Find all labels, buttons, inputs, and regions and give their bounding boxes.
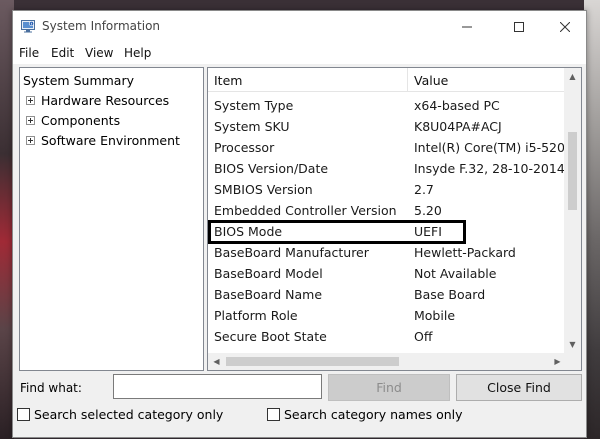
find-what-label: Find what: bbox=[20, 381, 82, 395]
close-icon bbox=[560, 21, 570, 32]
table-row[interactable]: BaseBoard Manufacturer Hewlett-Packard bbox=[208, 242, 566, 263]
scroll-left-arrow-icon[interactable]: ◀ bbox=[208, 353, 225, 370]
table-row[interactable]: Secure Boot State Off bbox=[208, 326, 566, 347]
menu-edit[interactable]: Edit bbox=[51, 46, 74, 60]
tree-item-label: Components bbox=[41, 112, 121, 128]
cell-item: BIOS Version/Date bbox=[214, 161, 329, 176]
horizontal-scrollbar[interactable]: ◀ ▶ bbox=[208, 353, 581, 370]
table-row[interactable]: BaseBoard Model Not Available bbox=[208, 263, 566, 284]
tree-item-label: Software Environment bbox=[41, 132, 180, 148]
category-tree: System Summary Hardware Resources Compon… bbox=[19, 67, 204, 371]
find-what-input[interactable] bbox=[113, 374, 322, 399]
table-row[interactable]: System SKU K8U04PA#ACJ bbox=[208, 116, 566, 137]
cell-item: BIOS Mode bbox=[214, 224, 283, 239]
system-information-window: System Information File Edit View Help S… bbox=[12, 10, 587, 438]
menu-help[interactable]: Help bbox=[124, 46, 151, 60]
cell-item: System Type bbox=[214, 98, 294, 113]
scroll-down-arrow-icon[interactable]: ▼ bbox=[564, 336, 581, 353]
scroll-right-arrow-icon[interactable]: ▶ bbox=[549, 353, 566, 370]
cell-item: Processor bbox=[214, 140, 275, 155]
cell-value: Insyde F.32, 28-10-2014 bbox=[414, 161, 565, 176]
cell-value: 5.20 bbox=[414, 203, 442, 218]
search-selected-category-checkbox[interactable] bbox=[17, 408, 30, 421]
cell-item: Platform Role bbox=[214, 308, 298, 323]
expand-plus-icon[interactable] bbox=[26, 115, 35, 125]
cell-value: UEFI bbox=[414, 224, 442, 239]
tree-item-label: Hardware Resources bbox=[41, 92, 170, 108]
search-selected-category-label: Search selected category only bbox=[34, 407, 224, 422]
cell-value: Mobile bbox=[414, 308, 456, 323]
tree-item-hardware-resources[interactable]: Hardware Resources bbox=[26, 90, 169, 110]
cell-item: System SKU bbox=[214, 119, 290, 134]
cell-item: Secure Boot State bbox=[214, 329, 327, 344]
cell-value: Intel(R) Core(TM) i5-5200U bbox=[414, 140, 582, 155]
close-find-button[interactable]: Close Find bbox=[456, 374, 582, 401]
details-list: Item Value System Type x64-based PC System… bbox=[207, 67, 582, 371]
table-row[interactable]: System Type x64-based PC bbox=[208, 95, 566, 116]
table-row[interactable]: BaseBoard Name Base Board bbox=[208, 284, 566, 305]
close-window-button[interactable] bbox=[542, 11, 588, 42]
maximize-button[interactable] bbox=[496, 11, 542, 42]
cell-item: BaseBoard Model bbox=[214, 266, 323, 281]
cell-value: 2.7 bbox=[414, 182, 434, 197]
cell-value: Off bbox=[414, 329, 433, 344]
table-row[interactable]: Embedded Controller Version 5.20 bbox=[208, 200, 566, 221]
table-row[interactable]: Processor Intel(R) Core(TM) i5-5200U bbox=[208, 137, 581, 158]
cell-item: SMBIOS Version bbox=[214, 182, 313, 197]
list-rows: System Type x64-based PC System SKU K8U04PA… bbox=[208, 95, 581, 347]
expand-plus-icon[interactable] bbox=[26, 135, 35, 145]
cell-value: Hewlett-Packard bbox=[414, 245, 516, 260]
expand-plus-icon[interactable] bbox=[26, 95, 35, 105]
tree-item-label: System Summary bbox=[23, 72, 134, 88]
table-row[interactable]: SMBIOS Version 2.7 bbox=[208, 179, 566, 200]
cell-item: BaseBoard Name bbox=[214, 287, 323, 302]
menu-view[interactable]: View bbox=[85, 46, 113, 60]
menu-bar: File Edit View Help bbox=[13, 42, 586, 64]
search-category-names-checkbox[interactable] bbox=[267, 408, 280, 421]
scroll-up-arrow-icon[interactable]: ▲ bbox=[564, 68, 581, 85]
cell-value: x64-based PC bbox=[414, 98, 500, 113]
table-row[interactable]: BIOS Version/Date Insyde F.32, 28-10-2014 bbox=[208, 158, 566, 179]
minimize-icon bbox=[462, 26, 472, 27]
table-row[interactable]: Platform Role Mobile bbox=[208, 305, 566, 326]
search-selected-category-option[interactable]: Search selected category only bbox=[17, 407, 223, 422]
cell-item: Embedded Controller Version bbox=[214, 203, 397, 218]
minimize-button[interactable] bbox=[444, 11, 490, 42]
horizontal-scroll-thumb[interactable] bbox=[226, 357, 399, 366]
table-row[interactable]: BIOS Mode UEFI bbox=[208, 221, 566, 242]
cell-value: Base Board bbox=[414, 287, 486, 302]
vertical-scroll-thumb[interactable] bbox=[568, 132, 577, 210]
tree-item-components[interactable]: Components bbox=[26, 110, 120, 130]
search-category-names-label: Search category names only bbox=[284, 407, 463, 422]
tree-item-software-environment[interactable]: Software Environment bbox=[26, 130, 180, 150]
column-divider[interactable] bbox=[407, 68, 408, 92]
find-button[interactable]: Find bbox=[328, 374, 450, 401]
column-header-value[interactable]: Value bbox=[414, 73, 448, 88]
maximize-icon bbox=[514, 21, 524, 32]
cell-value: Not Available bbox=[414, 266, 497, 281]
window-title: System Information bbox=[42, 19, 161, 33]
column-header-item[interactable]: Item bbox=[214, 73, 242, 88]
cell-value: K8U04PA#ACJ bbox=[414, 119, 502, 134]
list-header: Item Value bbox=[208, 68, 566, 92]
menu-file[interactable]: File bbox=[19, 46, 39, 60]
search-category-names-option[interactable]: Search category names only bbox=[267, 407, 463, 422]
tree-item-system-summary[interactable]: System Summary bbox=[23, 70, 134, 90]
cell-item: BaseBoard Manufacturer bbox=[214, 245, 369, 260]
title-bar: System Information bbox=[13, 11, 586, 42]
vertical-scrollbar[interactable]: ▲ ▼ bbox=[564, 68, 581, 353]
system-information-app-icon bbox=[21, 20, 35, 33]
